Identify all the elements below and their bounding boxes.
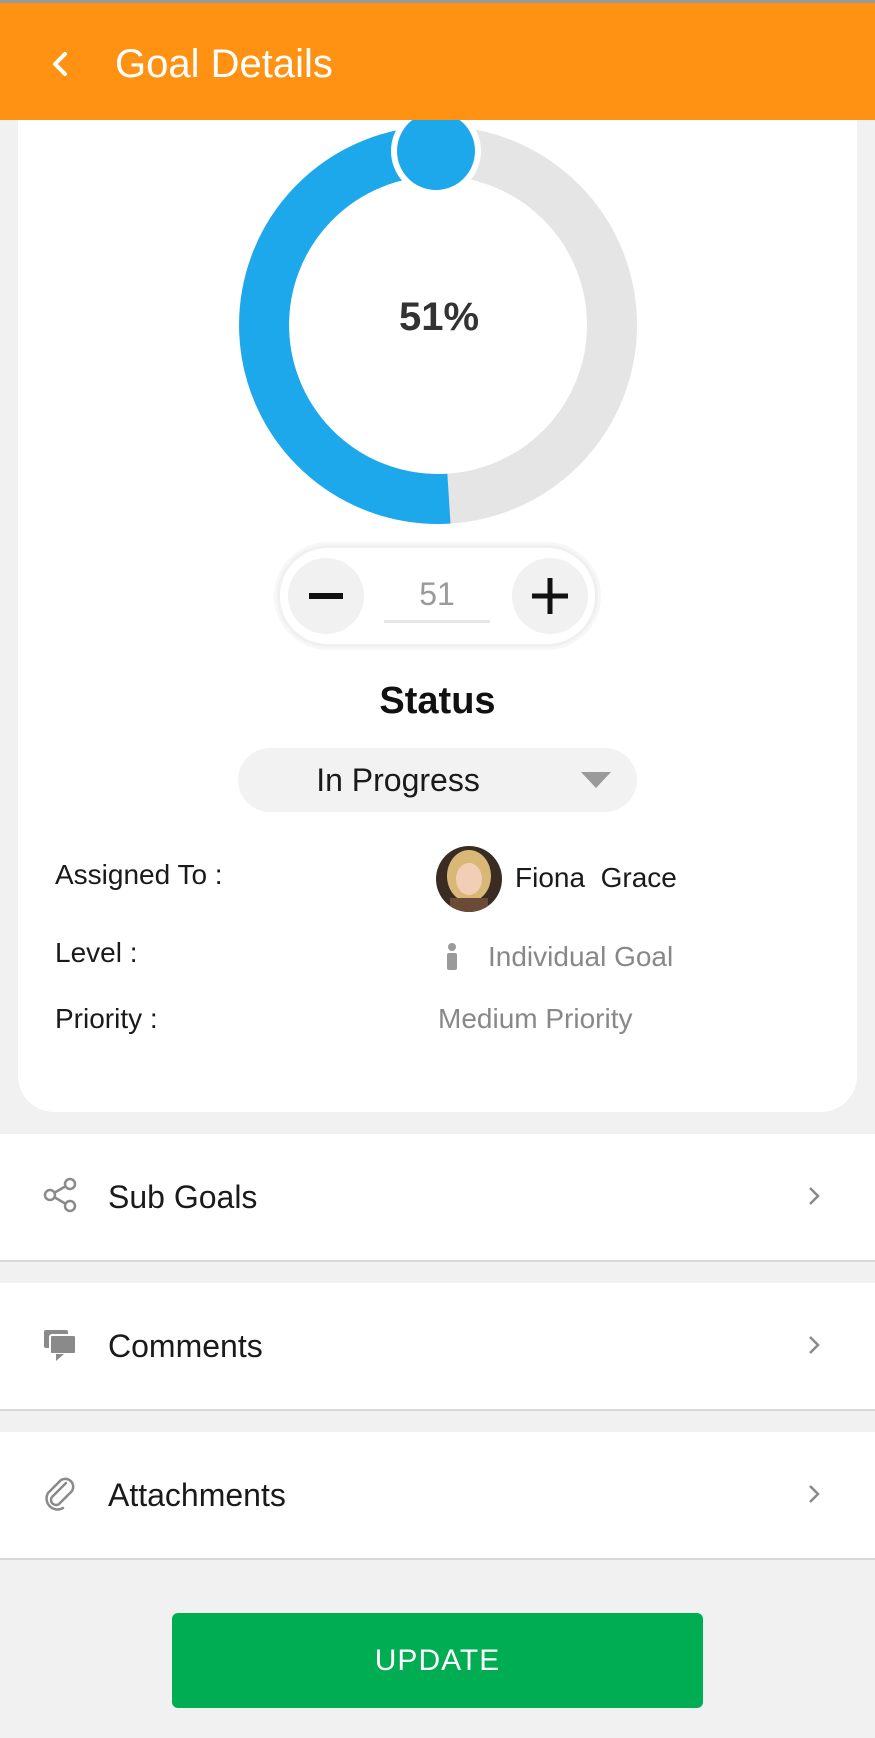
app-header: Goal Details bbox=[0, 0, 875, 120]
level-label: Level : bbox=[55, 937, 138, 968]
update-button[interactable]: UPDATE bbox=[172, 1613, 703, 1708]
priority-value: Medium Priority bbox=[438, 1003, 633, 1034]
share-icon bbox=[43, 1177, 77, 1213]
chevron-right-icon bbox=[809, 1187, 820, 1205]
attachments-label: Attachments bbox=[108, 1477, 286, 1513]
status-heading: Status bbox=[379, 680, 496, 722]
level-value: Individual Goal bbox=[488, 941, 674, 972]
comment-icon bbox=[44, 1330, 77, 1361]
decrement-button[interactable] bbox=[288, 558, 364, 634]
progress-value-input[interactable] bbox=[384, 568, 490, 623]
comments-row[interactable]: Comments bbox=[0, 1283, 875, 1411]
sub-goals-row[interactable]: Sub Goals bbox=[0, 1134, 875, 1262]
person-icon bbox=[447, 943, 457, 970]
progress-handle[interactable] bbox=[391, 106, 481, 196]
sub-goals-label: Sub Goals bbox=[108, 1179, 258, 1215]
chevron-right-icon bbox=[809, 1336, 820, 1354]
minus-icon bbox=[309, 593, 343, 599]
status-dropdown[interactable]: In Progress bbox=[238, 748, 637, 812]
status-selected-value: In Progress bbox=[316, 762, 480, 798]
assignee-name: Fiona Grace bbox=[515, 862, 677, 893]
back-button[interactable] bbox=[40, 39, 80, 89]
progress-stepper bbox=[280, 548, 595, 644]
progress-percent: 51% bbox=[398, 295, 480, 339]
increment-button[interactable] bbox=[512, 558, 588, 634]
chevron-right-icon bbox=[809, 1485, 820, 1503]
caret-down-icon bbox=[581, 772, 611, 788]
page-title: Goal Details bbox=[115, 42, 333, 86]
comments-label: Comments bbox=[108, 1328, 263, 1364]
priority-label: Priority : bbox=[55, 1003, 158, 1034]
plus-icon bbox=[532, 578, 568, 614]
attachments-row[interactable]: Attachments bbox=[0, 1432, 875, 1560]
assigned-to-label: Assigned To : bbox=[55, 859, 223, 890]
chevron-left-icon bbox=[53, 52, 67, 76]
paperclip-icon bbox=[45, 1477, 75, 1511]
avatar bbox=[436, 846, 502, 912]
